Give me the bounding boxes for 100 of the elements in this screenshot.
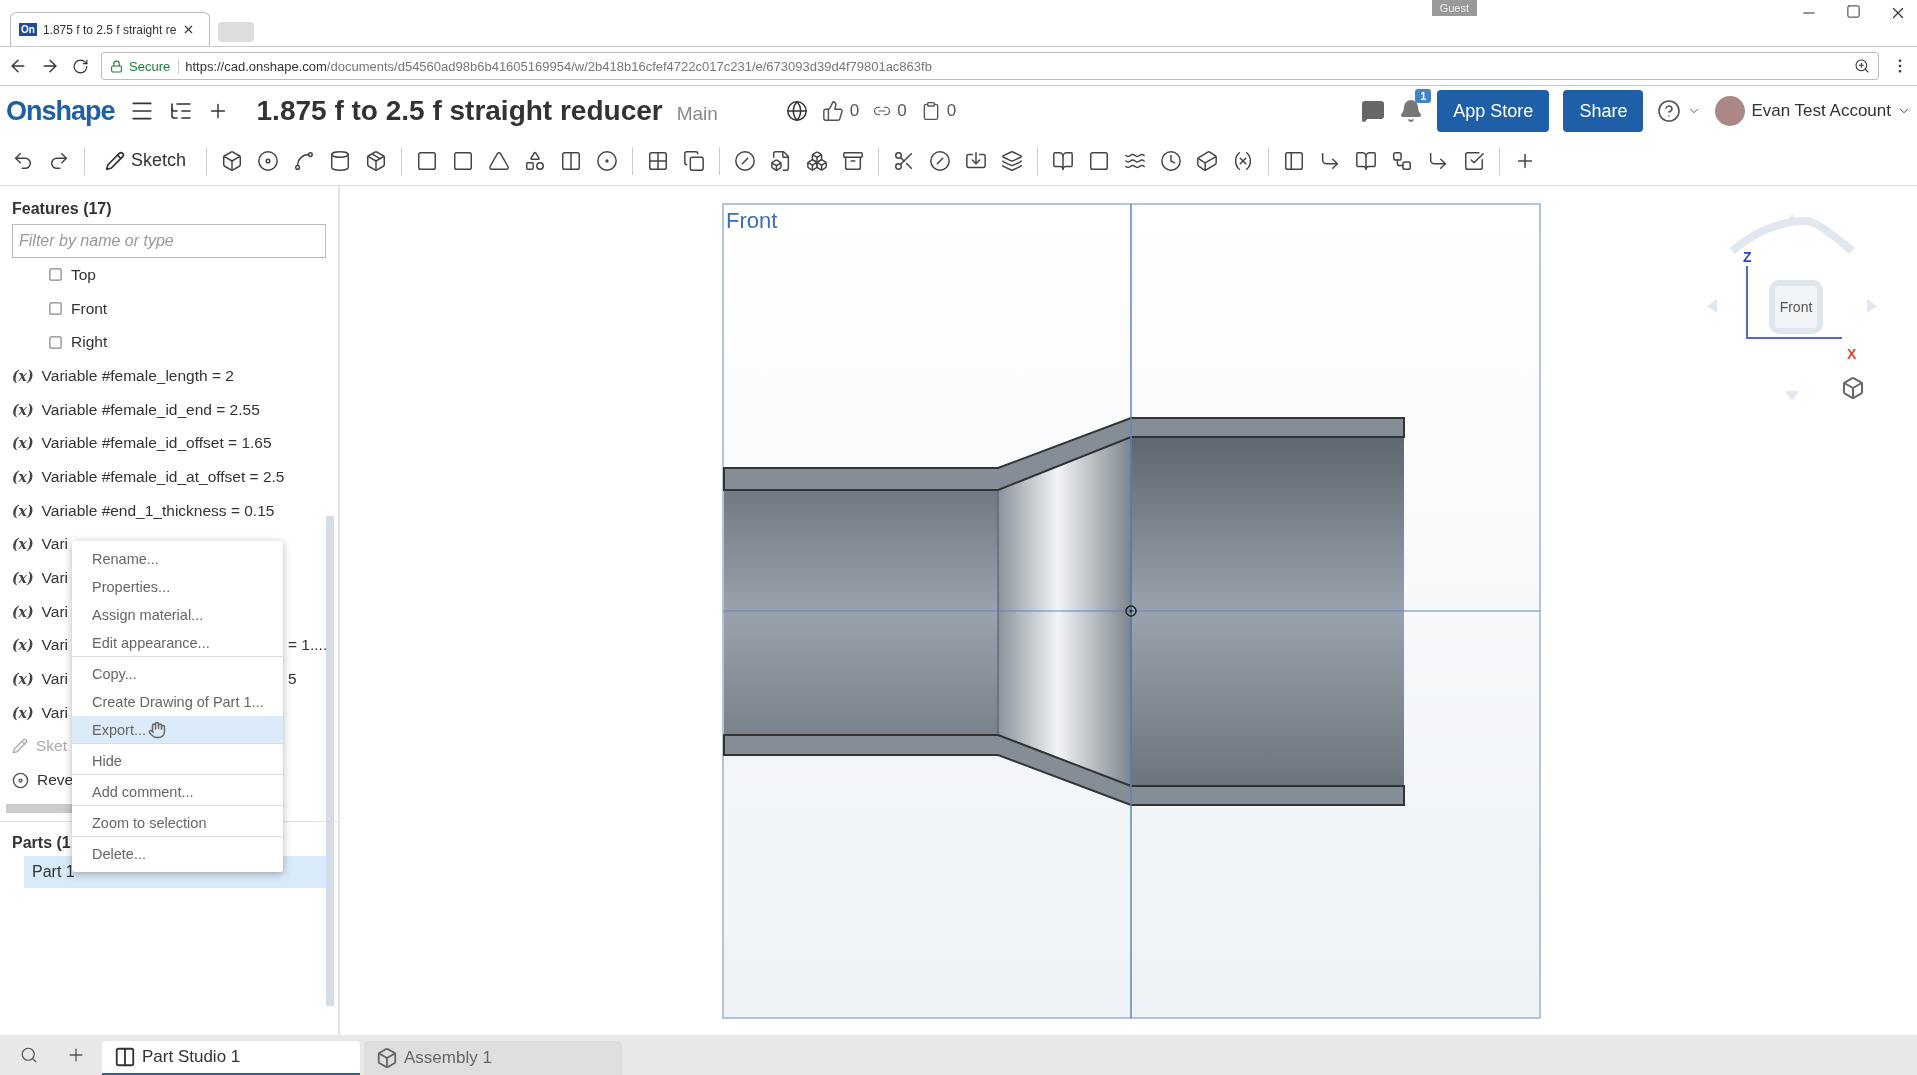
- variable-symbol: (x): [12, 536, 34, 553]
- menu-item[interactable]: Edit appearance...: [72, 629, 283, 657]
- variable-symbol: (x): [12, 704, 34, 721]
- triangle-icon[interactable]: [488, 149, 511, 172]
- pencil-icon: [105, 150, 125, 171]
- circle-icon[interactable]: [734, 149, 757, 172]
- columns-icon: [114, 1046, 136, 1068]
- document-tab[interactable]: Part Studio 1: [102, 1041, 360, 1075]
- cube-icon: [376, 1047, 398, 1069]
- view-cube[interactable]: Front: [1769, 280, 1823, 334]
- cylinder-icon[interactable]: [329, 149, 352, 172]
- menu-item[interactable]: Hide: [72, 747, 283, 775]
- secure-label: Secure: [129, 58, 180, 74]
- plane-icon: [48, 267, 63, 283]
- square-icon[interactable]: [416, 149, 439, 172]
- variable-symbol: (x): [12, 637, 34, 654]
- feature-label[interactable]: Front: [71, 299, 108, 318]
- bell-icon[interactable]: [1399, 99, 1424, 123]
- feature-label[interactable]: Variable #female_id_end = 2.55: [41, 400, 260, 419]
- layers-icon[interactable]: [1001, 149, 1024, 172]
- package-icon[interactable]: [365, 149, 388, 172]
- feature-label[interactable]: Vari: [41, 670, 69, 689]
- menu-item[interactable]: Zoom to selection: [72, 809, 283, 837]
- help-icon[interactable]: [1657, 99, 1682, 123]
- panel-icon[interactable]: [1283, 149, 1306, 172]
- tab-favicon: On: [19, 23, 37, 36]
- menu-item[interactable]: Copy...: [72, 660, 283, 688]
- sketch-button[interactable]: Sketch: [99, 149, 193, 172]
- feature-label[interactable]: Variable #female_length = 2: [41, 366, 234, 385]
- variable-symbol: (x): [12, 603, 34, 620]
- circle-icon[interactable]: [929, 149, 952, 172]
- circle-dot-icon[interactable]: [596, 149, 619, 172]
- cuboid-icon[interactable]: [1196, 149, 1219, 172]
- part-drawing[interactable]: [723, 417, 1405, 806]
- comment-icon[interactable]: [1361, 99, 1386, 123]
- user-name[interactable]: Evan Test Account: [1751, 101, 1891, 121]
- menu-item[interactable]: Create Drawing of Part 1...: [72, 688, 283, 716]
- link-count: 0: [897, 101, 907, 121]
- variable-symbol: (x): [12, 671, 34, 688]
- feature-label[interactable]: Vari: [41, 569, 69, 588]
- maximize-icon[interactable]: [1846, 4, 1861, 19]
- book-icon[interactable]: [1052, 149, 1075, 172]
- archive-icon[interactable]: [842, 149, 865, 172]
- variable-symbol: (x): [12, 570, 34, 587]
- clock-icon[interactable]: [1160, 149, 1183, 172]
- feature-label[interactable]: Right: [71, 333, 108, 352]
- feature-label[interactable]: Top: [71, 265, 96, 284]
- columns-icon[interactable]: [560, 149, 583, 172]
- guest-badge: Guest: [1431, 0, 1477, 16]
- boxes-icon[interactable]: [806, 149, 829, 172]
- tab-title: 1.875 f to 2.5 f straight re: [42, 22, 177, 37]
- share-button[interactable]: Share: [1563, 90, 1644, 132]
- plane-icon: [48, 334, 63, 350]
- reload-icon[interactable]: [72, 57, 89, 75]
- thumbs-up-icon[interactable]: [821, 100, 844, 122]
- url-text: https://cad.onshape.com/documents/d54560ad98b6b41605169954/w/2b418b16cfef4722c017c231/e/673093d39d4f79801ac863fb: [185, 58, 933, 74]
- feature-label[interactable]: Vari: [41, 703, 69, 722]
- menu-item[interactable]: Properties...: [72, 573, 283, 601]
- feature-label[interactable]: = 1....: [288, 636, 338, 655]
- cube-icon[interactable]: [1841, 376, 1865, 400]
- book-icon[interactable]: [1355, 149, 1378, 172]
- search-icon[interactable]: [20, 1046, 38, 1064]
- plane-icon: [48, 301, 63, 317]
- zoom-icon[interactable]: [1854, 58, 1870, 74]
- variable-symbol: (x): [12, 502, 34, 519]
- check-square-icon[interactable]: [1463, 149, 1486, 172]
- app-store-button[interactable]: App Store: [1437, 90, 1550, 132]
- copy-icon[interactable]: [683, 149, 706, 172]
- square-icon[interactable]: [452, 149, 475, 172]
- filter-field[interactable]: Filter by name or type: [12, 224, 326, 258]
- origin-icon[interactable]: [1125, 605, 1137, 617]
- menu-item[interactable]: Export...: [72, 716, 283, 744]
- feature-label[interactable]: Vari: [41, 602, 69, 621]
- shapes-icon[interactable]: [524, 149, 547, 172]
- feature-label[interactable]: Variable #female_id_offset = 1.65: [41, 434, 272, 453]
- document-tab[interactable]: Assembly 1: [364, 1041, 622, 1075]
- browser-tab[interactable]: On 1.875 f to 2.5 f straight re: [10, 12, 210, 46]
- disc-icon[interactable]: [257, 149, 280, 172]
- feature-label[interactable]: Variable #female_id_at_offset = 2.5: [41, 467, 285, 486]
- app-logo[interactable]: Onshape: [6, 95, 115, 127]
- menu-item[interactable]: Rename...: [72, 545, 283, 573]
- grid-icon[interactable]: [647, 149, 670, 172]
- workflow-icon[interactable]: [1391, 149, 1414, 172]
- feature-label[interactable]: Reve: [37, 771, 74, 790]
- address-bar[interactable]: Secure https://cad.onshape.com/documents/d54560ad98b6b41605169954/w/2b418b16cfef4722c017c231/e/673093d39d4f79801ac863fb: [101, 52, 1879, 80]
- features-title: Features (17): [11, 199, 113, 219]
- like-count: 0: [849, 101, 860, 121]
- cube-icon[interactable]: [221, 149, 244, 172]
- square-icon[interactable]: [1088, 149, 1111, 172]
- scrollbar[interactable]: [326, 516, 334, 1006]
- copy-count: 0: [946, 101, 957, 121]
- avatar[interactable]: [1715, 96, 1746, 126]
- feature-label[interactable]: Variable #end_1_thickness = 0.15: [41, 501, 275, 520]
- globe-icon[interactable]: [785, 100, 808, 122]
- menu-item[interactable]: Add comment...: [72, 778, 283, 806]
- feature-label[interactable]: Vari: [41, 636, 69, 655]
- menu-item[interactable]: Assign material...: [72, 601, 283, 629]
- curve-icon[interactable]: [293, 149, 316, 172]
- feature-label[interactable]: Vari: [41, 535, 69, 554]
- feature-label[interactable]: 5: [288, 670, 338, 689]
